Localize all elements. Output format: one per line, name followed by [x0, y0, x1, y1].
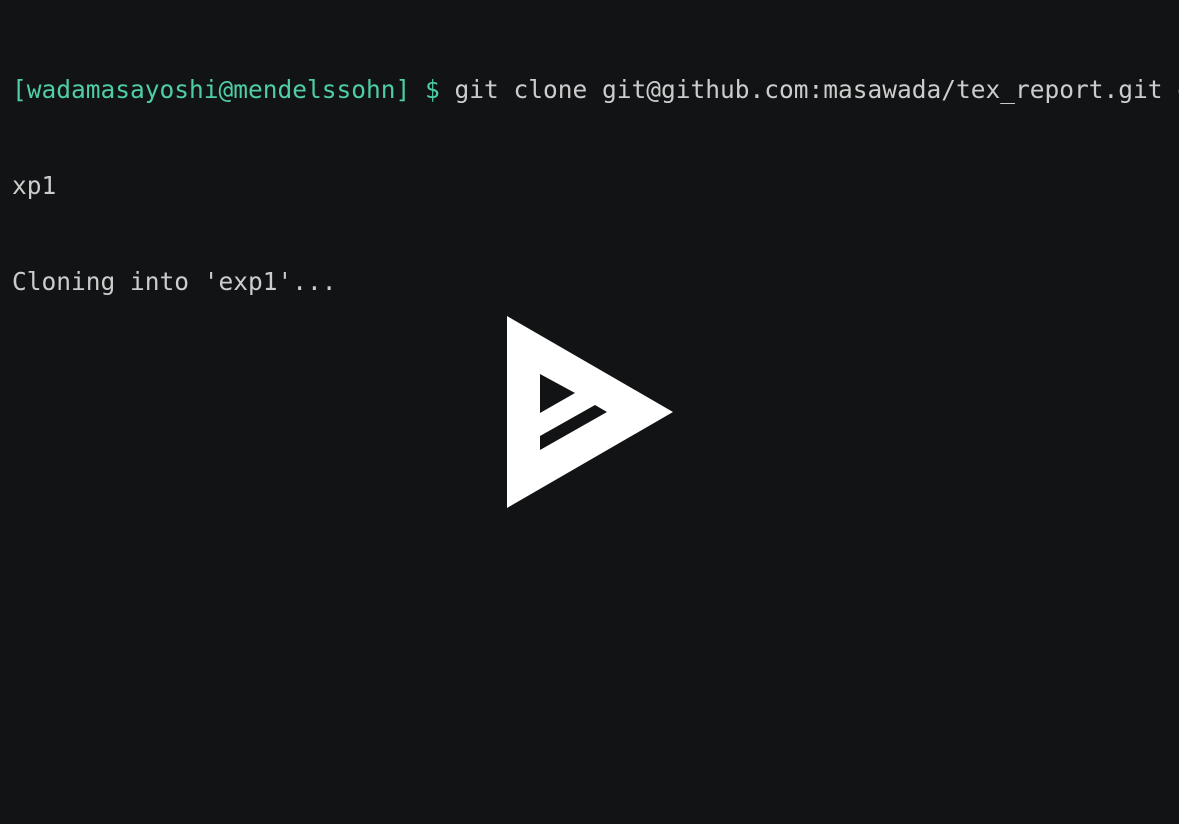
terminal-line-command: [wadamasayoshi@mendelssohn] $ git clone …: [12, 74, 1179, 106]
terminal-line-command-wrap: xp1: [12, 170, 1172, 202]
prompt-open-bracket: [: [12, 75, 27, 104]
terminal-line-output: Cloning into 'exp1'...: [12, 266, 1172, 298]
prompt-close-bracket-symbol: ] $: [395, 75, 440, 104]
play-button[interactable]: [506, 315, 674, 509]
prompt-user-host: wadamasayoshi@mendelssohn: [26, 75, 396, 104]
asciinema-play-icon: [507, 316, 673, 508]
terminal-player: [wadamasayoshi@mendelssohn] $ git clone …: [0, 0, 1179, 824]
terminal-screen: [wadamasayoshi@mendelssohn] $ git clone …: [12, 10, 1179, 362]
command-text-part-2: xp1: [12, 171, 57, 200]
command-output-text: Cloning into 'exp1'...: [12, 267, 337, 296]
command-text-part-1: git clone git@github.com:masawada/tex_re…: [439, 75, 1179, 104]
